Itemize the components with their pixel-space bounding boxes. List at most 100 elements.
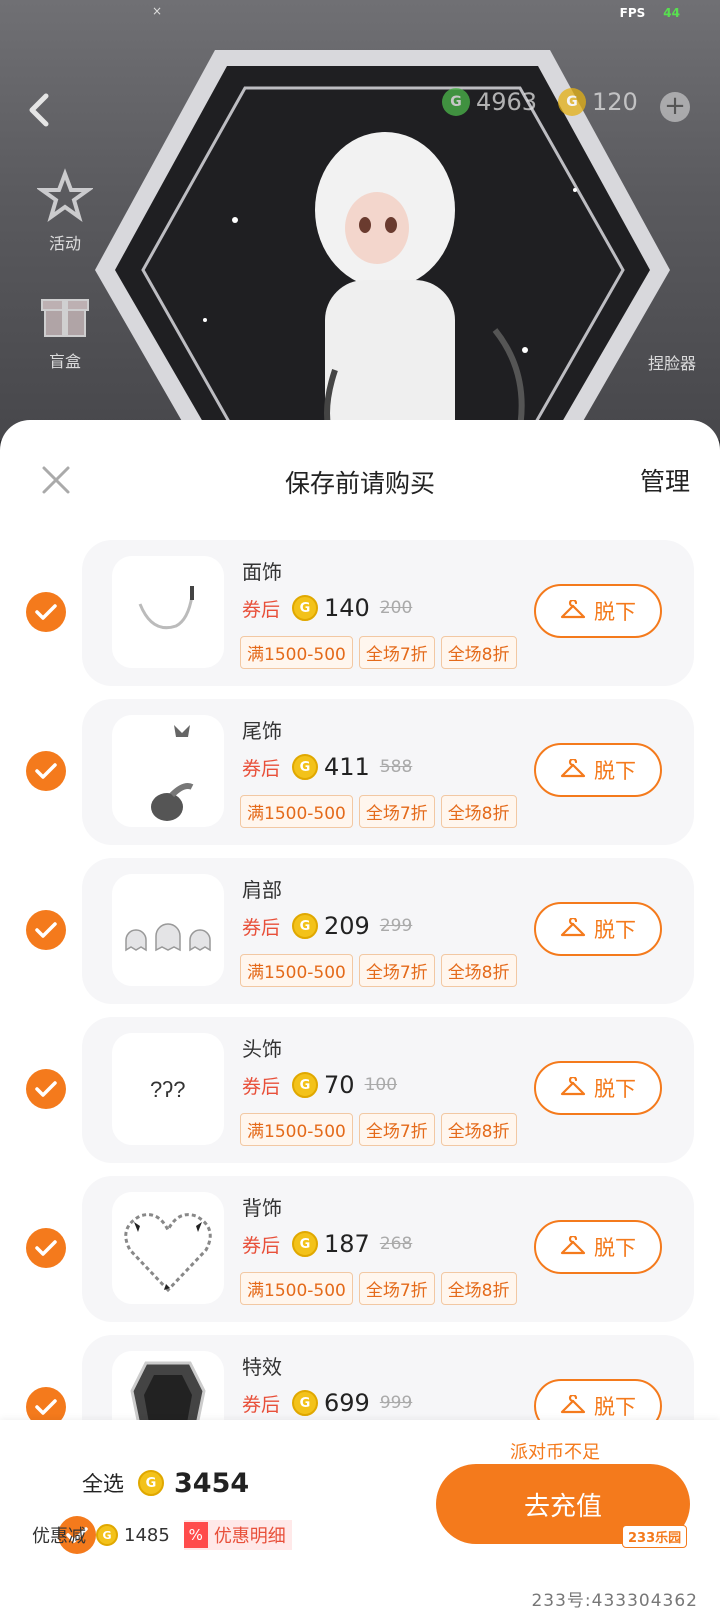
coin-icon: G: [96, 1524, 118, 1546]
discount-summary: 优惠减 G 1485 % 优惠明细: [32, 1520, 292, 1550]
item-price-row: 券后 G 140 200: [242, 594, 412, 622]
promo-tags: 满1500-500 全场7折 全场8折: [240, 795, 517, 828]
question-headpiece-thumbnail: ?ʔ?: [112, 1033, 224, 1145]
hanger-icon: [560, 918, 586, 937]
coupon-label: 券后: [242, 1234, 281, 1257]
item-check-icon[interactable]: [26, 910, 66, 950]
chain-face-accessory-thumbnail: [112, 556, 224, 668]
item-card: 背饰 券后 G 187 268 满1500-500 全场7折 全场8折 脱下: [82, 1176, 694, 1322]
item-row[interactable]: 背饰 券后 G 187 268 满1500-500 全场7折 全场8折 脱下: [0, 1176, 720, 1322]
select-all-toggle[interactable]: 全选 G 3454: [32, 1464, 250, 1554]
item-name: 肩部: [242, 878, 282, 902]
hanger-icon: [560, 600, 586, 619]
promo-tag: 满1500-500: [240, 1113, 353, 1146]
coin-icon: G: [292, 913, 319, 939]
coin-icon: G: [292, 1231, 319, 1257]
party-coin-balance: G 4963: [442, 88, 537, 116]
checkout-footer: 派对币不足 全选 G 3454 优惠减 G 1485 % 优惠明细 去充值 23…: [0, 1420, 720, 1612]
take-off-button[interactable]: 脱下: [534, 1379, 662, 1420]
add-currency-icon[interactable]: +: [660, 92, 690, 122]
promo-tag: 满1500-500: [240, 795, 353, 828]
take-off-label: 脱下: [594, 1236, 636, 1260]
discount-detail-link[interactable]: % 优惠明细: [183, 1520, 292, 1550]
total-price: 3454: [174, 1467, 250, 1499]
coin-icon: G: [292, 754, 319, 780]
star-icon: [35, 168, 95, 222]
discount-value: 1485: [124, 1524, 170, 1546]
item-name: 特效: [242, 1355, 282, 1379]
take-off-label: 脱下: [594, 1395, 636, 1419]
item-row[interactable]: ?ʔ? 头饰 券后 G 70 100 满1500-500 全场7折 全场8折 脱下: [0, 1017, 720, 1163]
coin-icon: G: [292, 1072, 319, 1098]
promo-tag: 全场7折: [358, 1272, 435, 1305]
item-check-icon[interactable]: [26, 1387, 66, 1420]
coupon-label: 券后: [242, 916, 281, 939]
promo-tag: 满1500-500: [240, 636, 353, 669]
item-price-row: 券后 G 699 999: [242, 1389, 412, 1417]
take-off-button[interactable]: 脱下: [534, 584, 662, 638]
item-row[interactable]: 特效 券后 G 699 999 脱下: [0, 1335, 720, 1420]
coupon-label: 券后: [242, 1075, 281, 1098]
coffin-effect-thumbnail: [112, 1351, 224, 1420]
sheet-header: 保存前请购买 管理: [0, 420, 720, 540]
tail-ornament-thumbnail: [112, 715, 224, 827]
promo-tags: 满1500-500 全场7折 全场8折: [240, 636, 517, 669]
item-list[interactable]: 面饰 券后 G 140 200 满1500-500 全场7折 全场8折 脱下 尾…: [0, 540, 720, 1420]
take-off-label: 脱下: [594, 600, 636, 624]
selfie-label: 捏脸器: [647, 354, 696, 373]
item-check-icon[interactable]: [26, 1228, 66, 1268]
take-off-button[interactable]: 脱下: [534, 743, 662, 797]
promo-tags: 满1500-500 全场7折 全场8折: [240, 1272, 517, 1305]
item-row[interactable]: 肩部 券后 G 209 299 满1500-500 全场7折 全场8折 脱下: [0, 858, 720, 1004]
blindbox-button[interactable]: 盲盒: [30, 286, 100, 372]
promo-tag: 全场8折: [440, 954, 517, 987]
item-price-row: 券后 G 70 100: [242, 1071, 397, 1099]
fps-counter: FPS 44: [620, 6, 680, 20]
item-check-icon[interactable]: [26, 1069, 66, 1109]
purchase-sheet: 保存前请购买 管理 面饰 券后 G 140 200 满1500-500 全场7折全…: [0, 420, 720, 1612]
watermark-id: 233号:433304362: [531, 1591, 698, 1611]
game-scene: × FPS 44 G 4963 G 120 + 活动 盲盒 捏脸器: [0, 0, 720, 440]
item-price: 411: [324, 753, 370, 781]
item-name: 头饰: [242, 1037, 282, 1061]
back-arrow-icon[interactable]: [24, 90, 54, 130]
promo-tag: 全场8折: [440, 1113, 517, 1146]
take-off-button[interactable]: 脱下: [534, 902, 662, 956]
take-off-button[interactable]: 脱下: [534, 1220, 662, 1274]
item-card: 尾饰 券后 G 411 588 满1500-500 全场7折 全场8折 脱下: [82, 699, 694, 845]
hanger-icon: [560, 1395, 586, 1414]
take-off-label: 脱下: [594, 759, 636, 783]
select-all-label: 全选: [82, 1472, 124, 1496]
item-check-icon[interactable]: [26, 751, 66, 791]
insufficient-notice: 派对币不足: [510, 1442, 600, 1463]
promo-tag: 全场7折: [358, 954, 435, 987]
fps-value: 44: [663, 6, 680, 20]
take-off-label: 脱下: [594, 1077, 636, 1101]
manage-button[interactable]: 管理: [640, 462, 690, 498]
item-price: 70: [324, 1071, 355, 1099]
item-row[interactable]: 尾饰 券后 G 411 588 满1500-500 全场7折 全场8折 脱下: [0, 699, 720, 845]
fps-label: FPS: [619, 6, 646, 20]
gold-coin-value: 120: [592, 88, 638, 116]
party-coin-value: 4963: [476, 88, 538, 116]
take-off-label: 脱下: [594, 918, 636, 942]
item-price-row: 券后 G 209 299: [242, 912, 412, 940]
item-name: 尾饰: [242, 719, 282, 743]
item-name: 面饰: [242, 560, 282, 584]
item-original-price: 100: [364, 1075, 398, 1095]
item-original-price: 200: [379, 598, 413, 618]
item-name: 背饰: [242, 1196, 282, 1220]
activity-button[interactable]: 活动: [30, 168, 100, 254]
item-check-icon[interactable]: [26, 592, 66, 632]
coin-icon: G: [292, 1390, 319, 1416]
selfie-button[interactable]: 捏脸器: [648, 350, 696, 374]
promo-tag: 全场8折: [440, 1272, 517, 1305]
take-off-button[interactable]: 脱下: [534, 1061, 662, 1115]
item-original-price: 268: [379, 1234, 413, 1254]
hanger-icon: [560, 759, 586, 778]
promo-tag: 全场8折: [440, 636, 517, 669]
item-row[interactable]: 面饰 券后 G 140 200 满1500-500 全场7折 全场8折 脱下: [0, 540, 720, 686]
coin-icon: G: [138, 1470, 164, 1496]
coupon-label: 券后: [242, 757, 281, 780]
ghost-shoulder-thumbnail: [112, 874, 224, 986]
